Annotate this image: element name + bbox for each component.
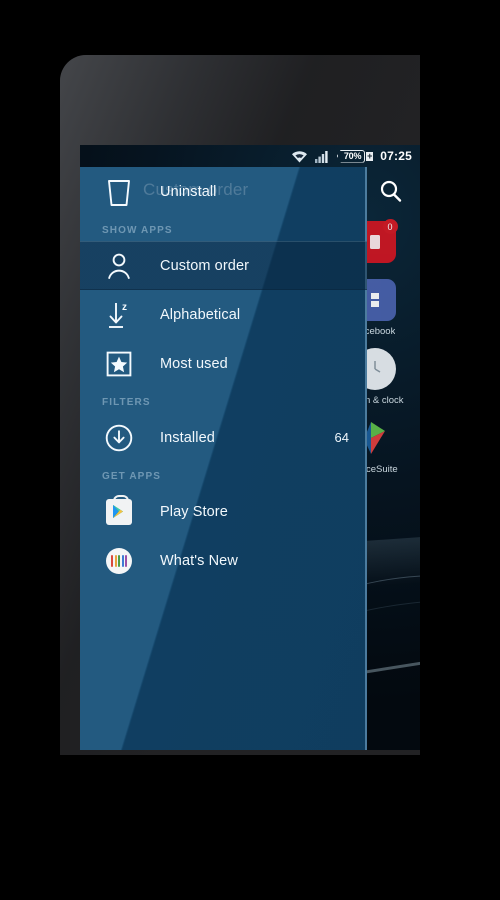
item-count: 64 [334, 430, 349, 445]
star-box-icon [102, 347, 136, 381]
menu-item-most-used[interactable]: Most used [80, 339, 367, 388]
menu-item-label: What's New [160, 552, 238, 569]
whats-new-icon [102, 544, 136, 578]
trash-icon [102, 175, 136, 209]
menu-item-label: Alphabetical [160, 306, 241, 323]
svg-text:z: z [122, 302, 127, 313]
menu-item-play-store[interactable]: Play Store [80, 487, 367, 536]
status-clock: 07:25 [380, 149, 412, 163]
section-header: GET APPS [102, 471, 161, 482]
search-icon[interactable] [376, 177, 406, 207]
menu-item-label: Custom order [160, 257, 250, 274]
phone-screen: Custom order 0 [80, 145, 420, 750]
battery-level: 70% [343, 150, 362, 161]
battery-charge-symbol: + [366, 150, 374, 161]
signal-icon [314, 150, 328, 163]
play-store-icon [102, 494, 136, 529]
section-header: SHOW APPS [102, 225, 173, 236]
menu-list: Uninstall SHOW APPS Custom order z Alpha… [80, 167, 367, 585]
app-badge: 0 [382, 219, 398, 234]
section-header: FILTERS [102, 397, 151, 408]
menu-item-alphabetical[interactable]: z Alphabetical [80, 290, 367, 339]
menu-item-installed[interactable]: Installed 64 [80, 413, 367, 462]
side-menu-panel: Custom order Uninstall SHOW APPS Custom … [80, 167, 367, 750]
person-icon [102, 249, 136, 283]
menu-item-label: Play Store [160, 503, 228, 520]
menu-item-custom-order[interactable]: Custom order [80, 241, 367, 290]
sort-az-icon: z [102, 298, 136, 332]
menu-item-uninstall[interactable]: Uninstall [80, 167, 367, 216]
menu-item-what-s-new[interactable]: What's New [80, 536, 367, 585]
menu-item-label: Uninstall [160, 183, 217, 200]
download-circle-icon [102, 421, 136, 455]
status-bar: 70% + 07:25 [80, 145, 420, 167]
menu-item-label: Most used [160, 355, 228, 372]
wifi-icon [291, 150, 307, 162]
battery-icon: 70% + [336, 149, 374, 163]
screenshot-root: Custom order 0 [0, 0, 500, 900]
menu-item-label: Installed [160, 429, 215, 446]
